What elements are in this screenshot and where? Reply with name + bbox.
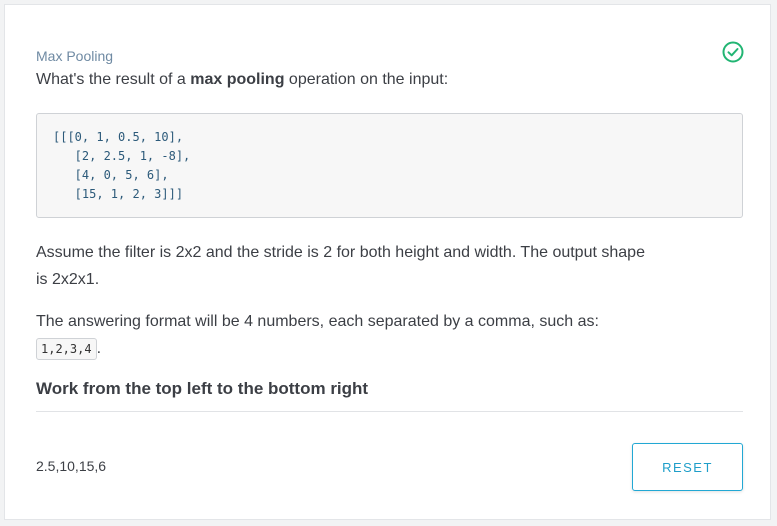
input-code-block: [[[0, 1, 0.5, 10], [2, 2.5, 1, -8], [4, … (36, 113, 743, 218)
format-text: The answering format will be 4 numbers, … (36, 308, 656, 362)
question-suffix: operation on the input: (284, 71, 449, 88)
reset-button[interactable]: RESET (632, 443, 743, 491)
quiz-label: Max Pooling (36, 48, 114, 64)
format-end: . (96, 340, 102, 357)
format-description: The answering format will be 4 numbers, … (36, 313, 599, 330)
check-circle-icon (722, 41, 744, 63)
question-bold: max pooling (190, 71, 285, 88)
divider (36, 411, 743, 412)
hint-text: Work from the top left to the bottom rig… (36, 379, 369, 398)
quiz-card: Max Pooling What's the result of a max p… (4, 4, 771, 520)
format-example-code: 1,2,3,4 (36, 338, 97, 360)
question-text: What's the result of a max pooling opera… (36, 71, 448, 89)
answer-value: 2.5,10,15,6 (36, 458, 107, 474)
question-prefix: What's the result of a (36, 71, 191, 88)
assumption-text: Assume the filter is 2x2 and the stride … (36, 244, 645, 288)
